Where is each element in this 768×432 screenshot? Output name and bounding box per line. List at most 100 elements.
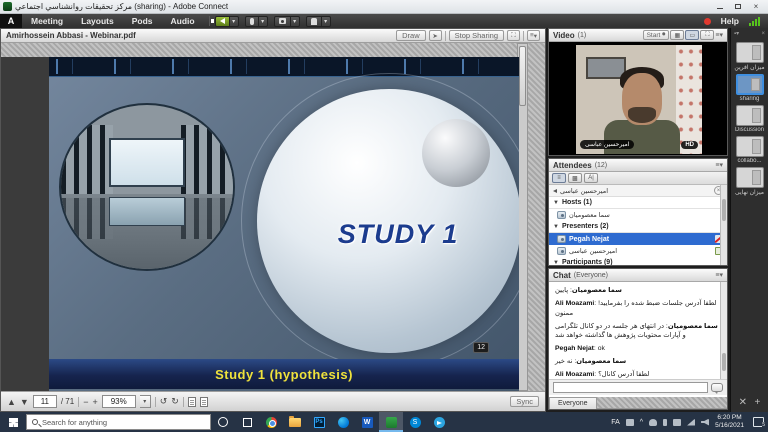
file-explorer-button[interactable] — [283, 412, 307, 432]
zoom-dropdown[interactable]: ▾ — [140, 395, 151, 408]
menu-audio[interactable]: Audio — [162, 14, 204, 28]
menu-pods[interactable]: Pods — [123, 14, 162, 28]
group-participants[interactable]: ▼Participants (9) — [549, 257, 727, 266]
network-icon[interactable] — [687, 419, 695, 426]
task-view-button[interactable] — [235, 412, 259, 432]
layout-thumbnail[interactable] — [736, 42, 764, 63]
group-presenters[interactable]: ▼Presenters (2) — [549, 221, 727, 233]
send-message-icon[interactable] — [711, 383, 723, 392]
start-button[interactable] — [0, 412, 26, 432]
page-number-input[interactable] — [33, 395, 57, 408]
cloud-icon[interactable] — [649, 419, 657, 426]
group-hosts[interactable]: ▼Hosts (1) — [549, 197, 727, 209]
page-up-button[interactable]: ▲ — [7, 397, 16, 407]
close-button[interactable]: × — [747, 1, 765, 13]
help-menu[interactable]: Help — [711, 16, 749, 26]
zoom-out-button[interactable]: − — [83, 397, 88, 407]
share-pod-menu-button[interactable]: ≡▾ — [527, 30, 540, 41]
layout-item[interactable]: Discussion — [731, 105, 768, 133]
word-button[interactable]: W — [355, 412, 379, 432]
share-scrollbar-thumb[interactable] — [519, 46, 526, 106]
connection-signal-icon[interactable] — [749, 17, 760, 26]
filmstrip-view-button[interactable]: ▭ — [685, 30, 699, 40]
grid-view-button[interactable]: ▦ — [670, 30, 684, 40]
layout-thumbnail-active[interactable] — [736, 74, 764, 95]
taskbar-clock[interactable]: 6:20 PM 5/16/2021 — [715, 414, 744, 431]
speaker-button[interactable] — [215, 16, 230, 27]
sort-view-button[interactable]: A| — [584, 173, 598, 183]
raise-hand-dropdown[interactable]: ▾ — [322, 16, 331, 27]
layout-thumbnail[interactable] — [736, 136, 764, 157]
skype-button[interactable]: S — [403, 412, 427, 432]
raise-hand-icon — [311, 18, 317, 25]
breakout-view-button[interactable]: ▩ — [568, 173, 582, 183]
attendee-row-selected[interactable]: Pegah Nejat — [549, 233, 727, 245]
layouts-close-button[interactable]: × — [761, 31, 765, 37]
menu-layouts[interactable]: Layouts — [72, 14, 123, 28]
webcam-dropdown[interactable]: ▾ — [291, 16, 300, 27]
minimize-button[interactable] — [711, 1, 729, 13]
tray-expand-icon[interactable]: ^ — [640, 419, 643, 426]
layout-item[interactable]: میزان آفرین — [731, 42, 768, 71]
photo-columns-right — [181, 125, 233, 194]
chat-pod-menu-button[interactable]: ≡▾ — [715, 271, 723, 279]
attendee-list-view-button[interactable]: ≡ — [552, 173, 566, 183]
notification-center-icon[interactable] — [753, 417, 764, 427]
layout-thumbnail[interactable] — [736, 105, 764, 126]
layouts-menu-button[interactable]: ▪▾ — [734, 30, 739, 37]
attendees-scrollbar[interactable] — [720, 185, 727, 265]
fit-width-button[interactable] — [200, 397, 208, 407]
zoom-level-input[interactable] — [102, 395, 136, 408]
layout-item-sharing[interactable]: sharing — [731, 74, 768, 102]
pointer-tool-button[interactable]: ➤ — [429, 30, 442, 41]
zoom-in-button[interactable]: + — [92, 397, 97, 407]
layout-item[interactable]: collabo... — [731, 136, 768, 164]
word-icon: W — [362, 417, 373, 428]
chat-input[interactable] — [553, 382, 708, 393]
chrome-button[interactable] — [259, 412, 283, 432]
slide-heading: STUDY 1 — [293, 219, 503, 250]
attendees-pod-menu-button[interactable]: ≡▾ — [715, 161, 723, 169]
speaker-dropdown[interactable]: ▾ — [230, 16, 239, 27]
time-label: 6:20 PM — [715, 414, 744, 422]
tab-everyone[interactable]: Everyone — [549, 397, 597, 409]
maximize-button[interactable] — [729, 1, 747, 13]
rotate-left-button[interactable]: ↺ — [160, 396, 168, 407]
video-pod-menu-button[interactable]: ≡▾ — [715, 31, 723, 39]
layout-thumbnail[interactable] — [736, 167, 764, 188]
raise-hand-button[interactable] — [306, 16, 322, 27]
language-indicator[interactable]: FA — [611, 419, 620, 426]
telegram-button[interactable] — [427, 412, 451, 432]
chat-scrollbar[interactable] — [720, 282, 727, 379]
rotate-right-button[interactable]: ↻ — [171, 396, 179, 407]
taskbar-search[interactable]: Search for anything — [26, 414, 211, 430]
page-down-button[interactable]: ▼ — [20, 397, 29, 407]
microphone-dropdown[interactable]: ▾ — [259, 16, 268, 27]
photoshop-button[interactable]: Ps — [307, 412, 331, 432]
sync-button[interactable]: Sync — [510, 396, 539, 407]
attendees-pod-count: (12) — [595, 162, 607, 169]
draw-button[interactable]: Draw — [396, 30, 426, 41]
cortana-button[interactable] — [211, 412, 235, 432]
webcam-button[interactable] — [274, 16, 291, 27]
add-layout-button[interactable]: + — [755, 397, 761, 408]
fullscreen-button[interactable]: ⛶ — [507, 30, 520, 41]
stop-sharing-button[interactable]: Stop Sharing — [449, 30, 504, 41]
menu-meeting[interactable]: Meeting — [22, 14, 72, 28]
search-placeholder: Search for anything — [42, 418, 107, 427]
usb-icon[interactable] — [673, 419, 681, 426]
attendee-row-presenter[interactable]: امیرحسین عباسی — [549, 245, 727, 257]
keyboard-icon[interactable] — [626, 419, 634, 426]
microphone-button[interactable] — [245, 16, 259, 27]
edge-button[interactable] — [331, 412, 355, 432]
fit-page-button[interactable] — [188, 397, 196, 407]
microphone-tray-icon[interactable] — [663, 419, 667, 426]
layout-item[interactable]: میزان نهایی — [731, 167, 768, 196]
volume-icon[interactable] — [701, 419, 709, 426]
layout-options-button[interactable]: ✕ — [739, 397, 747, 408]
start-webcam-button[interactable]: Start ⏺ — [643, 30, 670, 40]
adobe-connect-taskbar-button[interactable] — [379, 412, 403, 432]
page-total-label: / 71 — [61, 397, 74, 406]
attendee-row-host[interactable]: سما معصومیان — [549, 209, 727, 221]
video-fullscreen-button[interactable]: ⛶ — [700, 30, 714, 40]
